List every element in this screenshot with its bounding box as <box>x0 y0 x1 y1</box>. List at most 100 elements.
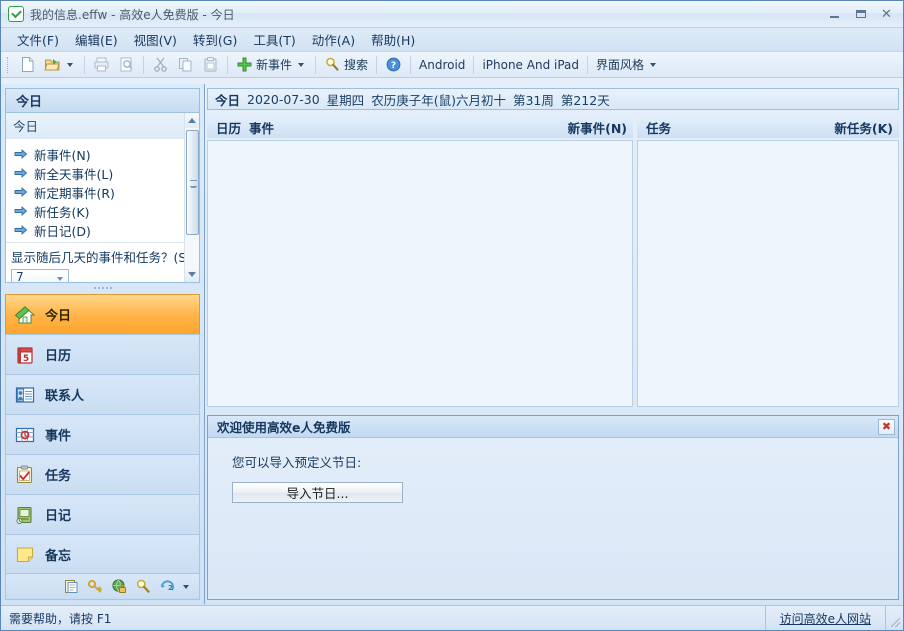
sidebar-item-label: 日记 <box>45 509 72 525</box>
menu-tools[interactable]: 工具(T) <box>245 28 303 51</box>
note-icon <box>14 543 36 565</box>
calendar-pane-body[interactable] <box>207 140 633 407</box>
new-file-button[interactable] <box>15 54 40 76</box>
search-label: 搜索 <box>344 58 369 72</box>
menu-edit[interactable]: 编辑(E) <box>67 28 126 51</box>
skin-caret-icon[interactable] <box>650 62 657 67</box>
open-file-button[interactable] <box>40 54 80 76</box>
quick-link-new-recurring-event[interactable]: 新定期事件(R) <box>6 183 184 202</box>
minimize-button[interactable] <box>822 5 847 23</box>
welcome-text: 您可以导入预定义节日: <box>232 455 362 470</box>
new-task-link[interactable]: 新任务(K) <box>834 118 893 137</box>
toolbar-separator-5 <box>376 55 378 74</box>
menu-goto[interactable]: 转到(G) <box>185 28 245 51</box>
date-bar-weekday: 星期四 <box>326 92 365 108</box>
paste-button[interactable] <box>198 54 223 76</box>
toolbar-grip <box>7 56 10 73</box>
new-event-link[interactable]: 新事件(N) <box>568 118 627 137</box>
sidebar-item-contacts[interactable]: 联系人 <box>5 374 200 415</box>
scroll-track[interactable] <box>184 127 199 268</box>
copy-icon <box>179 58 192 72</box>
cut-button[interactable] <box>148 54 173 76</box>
status-link-area: 访问高效e人网站 <box>764 606 885 630</box>
scroll-up-button[interactable] <box>184 112 199 128</box>
sync-icon[interactable]: 2 <box>159 578 176 595</box>
new-event-button[interactable]: 新事件 <box>232 54 311 76</box>
quick-link-new-diary[interactable]: 新日记(D) <box>6 221 184 240</box>
print-preview-button[interactable] <box>114 54 139 76</box>
date-bar-week: 第31周 <box>512 92 554 108</box>
task-pane-title: 任务 <box>646 121 672 136</box>
new-event-caret-icon[interactable] <box>298 62 305 67</box>
globe-lock-icon[interactable] <box>111 578 128 595</box>
sidebar-item-today[interactable]: 今日 <box>5 294 200 335</box>
import-holidays-button[interactable]: 导入节日... <box>232 482 403 503</box>
new-event-label: 新事件 <box>256 58 293 72</box>
chevron-down-icon[interactable] <box>57 276 63 281</box>
resize-grip[interactable] <box>885 606 903 630</box>
clipboard-icon[interactable] <box>63 578 80 595</box>
sidebar-item-notes[interactable]: 备忘 <box>5 534 200 575</box>
sidebar-item-events[interactable]: 事件 <box>5 414 200 455</box>
calendar-tab-label[interactable]: 日历 <box>216 118 241 137</box>
quick-link-new-task[interactable]: 新任务(K) <box>6 202 184 221</box>
menu-view[interactable]: 视图(V) <box>126 28 185 51</box>
open-file-caret-icon[interactable] <box>67 62 73 67</box>
task-pane-body[interactable] <box>637 140 899 407</box>
toolbar-separator-1 <box>84 55 85 74</box>
iphone-ipad-button[interactable]: iPhone And iPad <box>478 54 583 76</box>
task-clipboard-icon <box>14 464 36 486</box>
toolbar-separator-4 <box>315 55 317 74</box>
print-button[interactable] <box>89 54 114 76</box>
app-checkmark-icon <box>8 6 24 22</box>
menu-file[interactable]: 文件(F) <box>9 28 67 51</box>
quick-panel-scrollbar[interactable] <box>184 112 199 283</box>
android-button[interactable]: Android <box>415 54 469 76</box>
welcome-close-button[interactable]: ✖ <box>878 418 895 435</box>
menu-actions[interactable]: 动作(A) <box>304 28 363 51</box>
scroll-down-button[interactable] <box>184 267 199 283</box>
sidebar-item-label: 联系人 <box>45 389 85 405</box>
days-ahead-value: 7 <box>16 270 24 284</box>
svg-text:?: ? <box>391 61 396 71</box>
menu-help[interactable]: 帮助(H) <box>363 28 423 51</box>
magnifier-icon[interactable] <box>135 578 152 595</box>
skin-button[interactable]: 界面风格 <box>592 54 663 76</box>
quick-panel-footer: 显示随后几天的事件和任务？(S) 7 <box>6 241 191 284</box>
website-link[interactable]: 访问高效e人网站 <box>780 610 871 627</box>
quick-link-new-event[interactable]: 新事件(N) <box>6 145 184 164</box>
iphone-ipad-label: iPhone And iPad <box>482 57 580 72</box>
key-icon[interactable] <box>87 578 104 595</box>
print-preview-icon <box>120 57 133 72</box>
sidebar-item-label: 任务 <box>45 469 72 485</box>
quick-panel-title: 今日 <box>6 112 184 139</box>
quick-link-new-allday-event[interactable]: 新全天事件(L) <box>6 164 184 183</box>
event-tab-label[interactable]: 事件 <box>249 118 274 137</box>
date-bar: 今日 2020-07-30 星期四 农历庚子年(鼠)六月初十 第31周 第212… <box>207 88 899 110</box>
sidebar-item-tasks[interactable]: 任务 <box>5 454 200 495</box>
today-quick-panel: 今日 新事件(N) 新全天事件(L) 新定期事件(R) 新任务(K) 新日记(D… <box>5 111 200 284</box>
days-ahead-select[interactable]: 7 <box>11 268 69 284</box>
paste-icon <box>204 57 217 72</box>
date-bar-day-of-year: 第212天 <box>560 92 610 108</box>
quick-link-label: 新日记(D) <box>34 223 91 239</box>
close-button[interactable]: ✕ <box>874 5 899 23</box>
scroll-thumb[interactable] <box>185 129 199 235</box>
event-grid-icon <box>14 424 36 446</box>
maximize-button[interactable] <box>848 5 873 23</box>
splitter-grip[interactable] <box>5 283 200 292</box>
search-button[interactable]: 搜索 <box>320 54 372 76</box>
sidebar-item-diary[interactable]: 日记 <box>5 494 200 535</box>
sidebar-item-label: 今日 <box>45 309 72 325</box>
calendar-pane: 日历 事件 新事件(N) <box>207 117 633 407</box>
welcome-panel-header: 欢迎使用高效e人免费版 ✖ <box>208 416 898 438</box>
quick-link-label: 新任务(K) <box>34 204 90 220</box>
sidebar-item-label: 备忘 <box>45 548 72 564</box>
sidebar-item-calendar[interactable]: 5 日历 <box>5 334 200 375</box>
chevron-down-icon[interactable] <box>183 584 189 589</box>
welcome-panel-body: 您可以导入预定义节日: 导入节日... <box>208 438 898 503</box>
copy-button[interactable] <box>173 54 198 76</box>
help-button[interactable]: ? <box>381 54 406 76</box>
task-pane: 任务 新任务(K) <box>637 117 899 407</box>
window-controls: ✕ <box>822 5 899 23</box>
